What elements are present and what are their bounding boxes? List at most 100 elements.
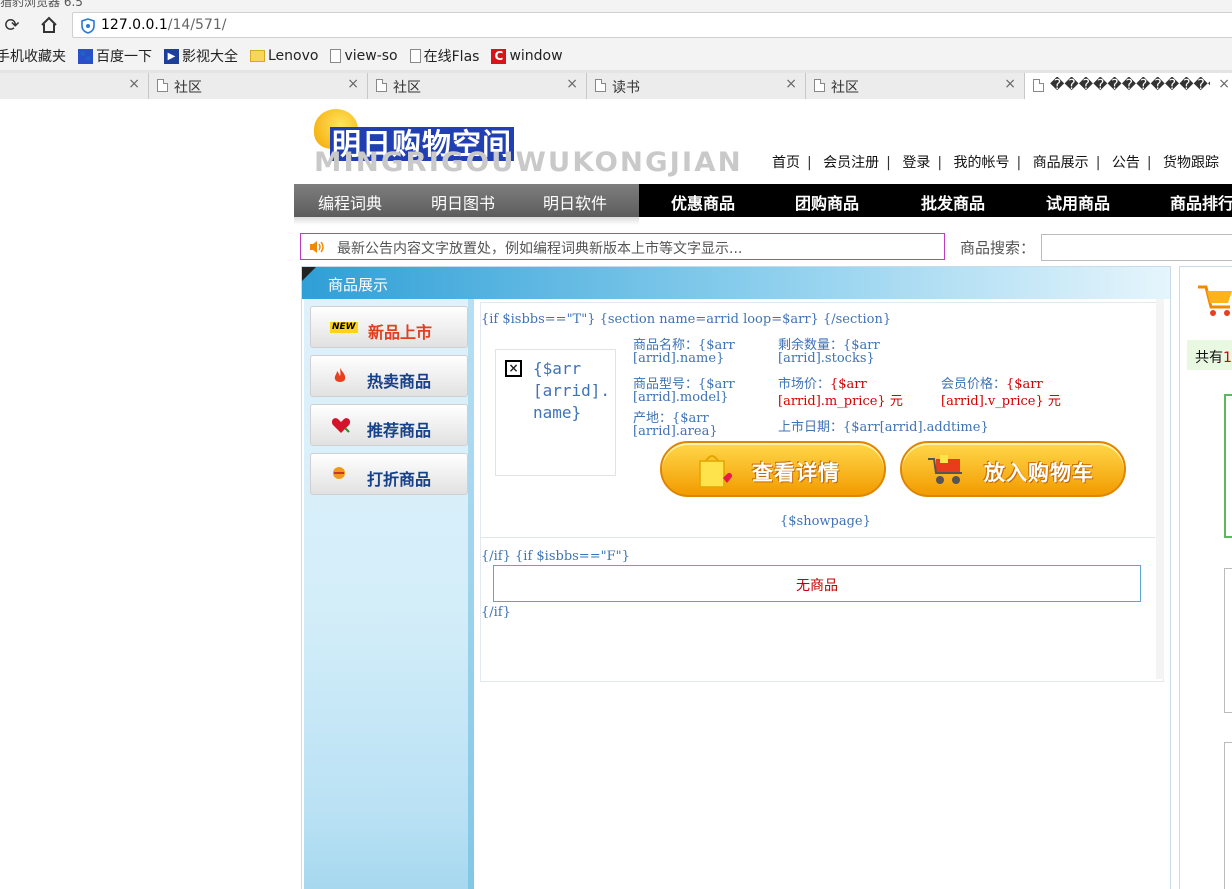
bookmark-baidu[interactable]: 🐾 百度一下 (78, 46, 152, 66)
close-tab-icon[interactable]: × (128, 76, 140, 92)
nav-programming-dictionary[interactable]: 编程词典 (318, 190, 383, 222)
document-icon (330, 49, 342, 63)
pagination-template: {$showpage} (780, 514, 871, 529)
link-home[interactable]: 首页 (772, 155, 800, 171)
window-title-bar: 猎豹浏览器 6.5 (0, 0, 1232, 8)
security-shield-icon (81, 18, 95, 38)
bookmark-window[interactable]: Cwindow (491, 48, 563, 64)
member-price-value: [arrid].v_price} 元 (941, 394, 1061, 409)
tab-2[interactable]: 社区 × (367, 73, 586, 99)
bookmark-mobile-favorites[interactable]: 手机收藏夹 (0, 46, 66, 66)
market-price-value: [arrid].m_price} 元 (778, 394, 903, 409)
notice-bar: 最新公告内容文字放置处，例如编程词典新版本上市等文字显示... (300, 233, 945, 260)
nav-trial[interactable]: 试用商品 (1046, 190, 1110, 214)
close-tab-icon[interactable]: × (347, 76, 359, 92)
close-tab-icon[interactable]: × (1218, 76, 1230, 92)
url-text[interactable]: 127.0.0.1/14/571/ (101, 17, 226, 33)
site-logo[interactable]: 明日购物空间 MINGRIGOUWUKONGJIAN (314, 107, 741, 178)
category-recommended[interactable]: 推荐商品 (310, 404, 468, 446)
baidu-paw-icon: 🐾 (78, 48, 93, 64)
cart-box-3 (1224, 742, 1232, 889)
close-tab-icon[interactable]: × (566, 76, 578, 92)
template-if-section: {if $isbbs=="T"} {section name=arrid loo… (481, 312, 892, 327)
close-tab-icon[interactable]: × (785, 76, 797, 92)
hot-flame-icon (331, 367, 349, 389)
main-nav: 编程词典 明日图书 明日软件 优惠商品 团购商品 批发商品 试用商品 商品排行 (294, 184, 1232, 222)
video-icon: ▶ (164, 48, 179, 64)
stock-value: [arrid].stocks} (778, 351, 875, 366)
bookmark-video[interactable]: ▶ 影视大全 (164, 46, 238, 66)
template-end-if: {/if} (481, 605, 511, 620)
page-icon (595, 79, 606, 92)
broken-image-icon: × (505, 360, 522, 377)
address-bar[interactable]: 127.0.0.1/14/571/ (72, 12, 1232, 38)
panel-header: 商品展示 (302, 267, 1170, 299)
page-icon (1033, 79, 1044, 92)
link-login[interactable]: 登录 (902, 155, 930, 171)
home-icon[interactable] (38, 14, 60, 36)
tab-3[interactable]: 读书 × (586, 73, 805, 99)
top-links: 首页 | 会员注册 | 登录 | 我的帐号 | 商品展示 | 公告 | 货物跟踪 (772, 155, 1220, 171)
page-icon (376, 79, 387, 92)
logo-pinyin: MINGRIGOUWUKONGJIAN (314, 147, 743, 178)
link-products[interactable]: 商品展示 (1033, 155, 1089, 171)
template-else-if: {/if} {if $isbbs=="F"} (481, 549, 630, 564)
release-date: 上市日期：{$arr[arrid].addtime} (778, 420, 989, 435)
new-tag-icon: NEW (330, 322, 358, 333)
no-product-box: 无商品 (493, 565, 1141, 602)
nav-ranking[interactable]: 商品排行 (1170, 190, 1232, 214)
page-icon (157, 79, 168, 92)
link-register[interactable]: 会员注册 (823, 155, 879, 171)
bookmarks-bar: 手机收藏夹 🐾 百度一下 ▶ 影视大全 Lenovo view-so 在线Flas … (0, 42, 1232, 70)
window-title: 猎豹浏览器 6.5 (0, 0, 83, 8)
product-name-value: [arrid].name} (633, 351, 725, 366)
web-page: 明日购物空间 MINGRIGOUWUKONGJIAN 首页 | 会员注册 | 登录 |… (0, 99, 1232, 889)
panel-title: 商品展示 (328, 276, 389, 294)
reload-icon[interactable]: ⟳ (1, 14, 23, 36)
category-hot[interactable]: 热卖商品 (310, 355, 468, 397)
cart-box-2 (1224, 568, 1232, 713)
discount-box-icon (331, 465, 347, 485)
cart-count: 共有1 (1187, 340, 1232, 370)
origin-value: [arrid].area} (633, 424, 718, 439)
category-discount[interactable]: 打折商品 (310, 453, 468, 495)
folder-icon (250, 50, 265, 62)
category-sidebar: NEW 新品上市 热卖商品 推荐商品 打折商品 (304, 299, 474, 889)
bookmark-lenovo[interactable]: Lenovo (250, 48, 318, 64)
c-logo-icon: C (491, 48, 507, 64)
heart-icon (331, 416, 351, 438)
tab-0[interactable]: × (0, 73, 148, 99)
gift-bag-icon (696, 449, 740, 495)
search-label: 商品搜索： (960, 239, 1036, 257)
link-notice[interactable]: 公告 (1112, 155, 1140, 171)
model-value: [arrid].model} (633, 390, 729, 405)
bookmark-view-so[interactable]: view-so (330, 48, 398, 64)
page-icon (814, 79, 825, 92)
tab-4[interactable]: 社区 × (805, 73, 1024, 99)
add-to-cart-button[interactable]: 放入购物车 (900, 441, 1126, 497)
nav-software[interactable]: 明日软件 (543, 190, 607, 214)
category-new-arrivals[interactable]: NEW 新品上市 (310, 306, 468, 348)
speaker-icon (309, 240, 327, 258)
nav-discount[interactable]: 优惠商品 (671, 190, 735, 214)
nav-group-buy[interactable]: 团购商品 (795, 190, 859, 214)
product-image[interactable]: × {$arr [arrid]. name} (495, 349, 616, 476)
search-input[interactable] (1041, 234, 1232, 261)
image-alt-text: {$arr [arrid]. name} (533, 359, 611, 422)
tab-strip: × 社区× 社区× 读书× 社区× ������������ - ����× (0, 70, 1232, 99)
notice-text[interactable]: 最新公告内容文字放置处，例如编程词典新版本上市等文字显示... (337, 238, 742, 258)
nav-books[interactable]: 明日图书 (431, 190, 495, 214)
view-details-button[interactable]: 查看详情 (660, 441, 886, 497)
browser-toolbar: ⟳ 127.0.0.1/14/571/ (0, 8, 1232, 42)
link-my-account[interactable]: 我的帐号 (954, 155, 1010, 171)
link-tracking[interactable]: 货物跟踪 (1163, 155, 1219, 171)
shopping-cart-icon[interactable] (1196, 279, 1232, 319)
bookmark-online-flash[interactable]: 在线Flas (409, 46, 479, 66)
shopping-cart-icon (926, 453, 972, 491)
tab-5-active[interactable]: ������������ - ����× (1024, 73, 1232, 99)
tab-1[interactable]: 社区 × (148, 73, 367, 99)
close-tab-icon[interactable]: × (1004, 76, 1016, 92)
nav-wholesale[interactable]: 批发商品 (921, 190, 985, 214)
cart-box-1 (1224, 394, 1232, 538)
document-icon (409, 49, 421, 63)
